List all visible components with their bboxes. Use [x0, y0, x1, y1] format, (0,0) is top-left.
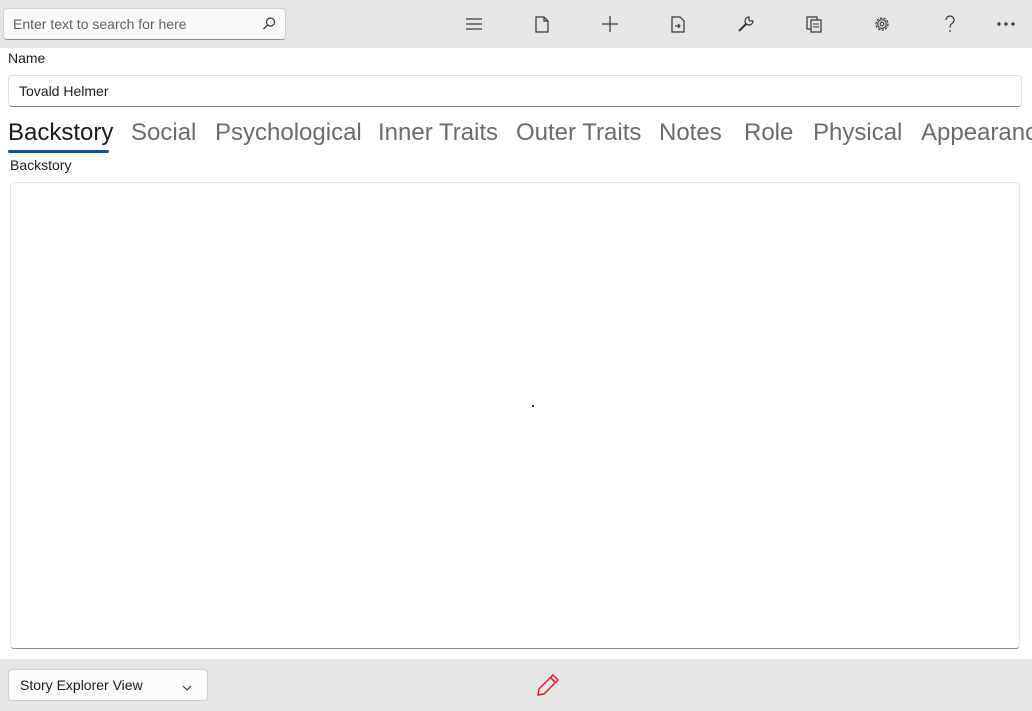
new-file-icon[interactable] [530, 12, 554, 36]
settings-icon[interactable] [870, 12, 894, 36]
tools-icon[interactable] [734, 12, 758, 36]
help-icon[interactable] [938, 12, 962, 36]
more-icon[interactable] [994, 12, 1018, 36]
add-icon[interactable] [598, 12, 622, 36]
pencil-icon[interactable] [535, 672, 561, 698]
name-label: Name [8, 50, 46, 66]
tab-social[interactable]: Social [131, 116, 196, 150]
tab-strip: Backstory Social Psychological Inner Tra… [0, 116, 1032, 156]
tab-backstory[interactable]: Backstory [8, 116, 113, 150]
backstory-textarea[interactable] [11, 183, 1019, 648]
top-toolbar [0, 0, 1032, 48]
tab-psychological[interactable]: Psychological [215, 116, 362, 150]
view-dropdown-value: Story Explorer View [20, 677, 143, 693]
tab-appearance[interactable]: Appearance [921, 116, 1032, 150]
tab-inner-traits[interactable]: Inner Traits [378, 116, 498, 150]
menu-icon[interactable] [462, 12, 486, 36]
copy-icon[interactable] [802, 12, 826, 36]
chevron-down-icon [181, 681, 193, 693]
bottom-bar: Story Explorer View [0, 659, 1032, 711]
text-cursor [532, 405, 534, 407]
tab-role[interactable]: Role [744, 116, 793, 150]
name-input[interactable] [9, 76, 1021, 106]
tab-physical[interactable]: Physical [813, 116, 902, 150]
tab-notes[interactable]: Notes [659, 116, 722, 150]
search-input[interactable] [4, 9, 254, 39]
search-icon[interactable] [261, 16, 277, 32]
export-icon[interactable] [666, 12, 690, 36]
active-tab-indicator [8, 150, 109, 153]
view-dropdown[interactable]: Story Explorer View [8, 669, 208, 701]
backstory-editor[interactable] [10, 182, 1020, 649]
backstory-label: Backstory [10, 157, 72, 173]
tab-outer-traits[interactable]: Outer Traits [516, 116, 641, 150]
search-box[interactable] [3, 8, 286, 40]
name-field[interactable] [8, 75, 1022, 107]
